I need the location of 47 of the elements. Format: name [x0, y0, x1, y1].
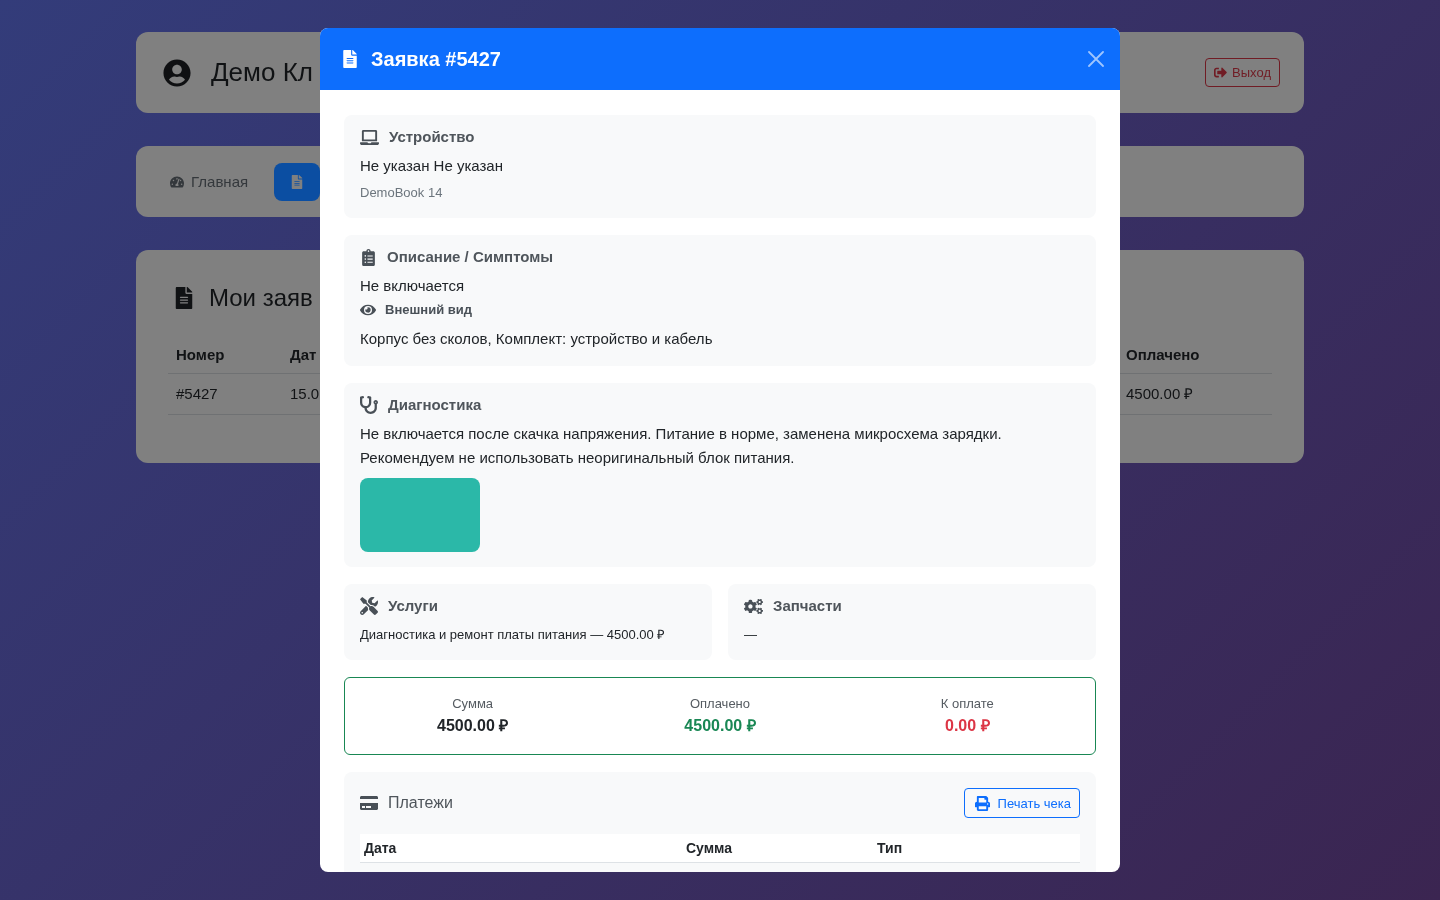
total-value: 4500.00 ₽	[436, 716, 510, 736]
appearance-text: Корпус без сколов, Комплект: устройство и кабель	[360, 329, 714, 349]
section-title: Диагностика	[388, 395, 482, 415]
stethoscope-icon	[360, 396, 378, 414]
total-label: Сумма	[451, 695, 495, 713]
card-title: Мои заяв	[209, 284, 313, 312]
document-icon	[173, 287, 195, 309]
clipboard-icon	[360, 248, 377, 266]
section-title: Описание / Симптомы	[387, 247, 554, 267]
device-model: DemoBook 14	[360, 184, 444, 202]
printer-icon	[974, 795, 990, 811]
exit-icon	[1214, 66, 1228, 79]
nav-link[interactable]: Главная	[154, 162, 265, 201]
header-title: Демо Кл	[211, 57, 313, 88]
user-icon	[163, 58, 191, 87]
nav-link[interactable]	[274, 162, 321, 201]
column-header: Сумма	[685, 839, 734, 858]
credit-card-icon	[360, 794, 378, 812]
section-title: Устройство	[389, 127, 475, 147]
document-icon	[341, 50, 359, 68]
subheading: Внешний вид	[385, 301, 472, 319]
diagnosis-text: Не включается после скачка напряжения. Питание в норме, заменена микросхема зарядки. Рекомендуем не использовать неоригинальный блок питания.	[360, 424, 1003, 468]
eye-icon	[360, 302, 376, 318]
logout-button[interactable]: Выход	[1205, 58, 1280, 87]
device-name: Не указан Не указан	[360, 156, 504, 176]
gears-icon	[744, 596, 763, 616]
modal-title: Заявка #5427	[371, 47, 501, 71]
total-value: 4500.00 ₽	[683, 716, 757, 736]
part-item: —	[744, 626, 758, 644]
gauge-icon	[170, 174, 184, 189]
section-title: Платежи	[388, 793, 453, 813]
close-icon	[1088, 51, 1104, 67]
total-label: Оплачено	[688, 695, 752, 713]
column-header: Дата	[363, 839, 398, 858]
section-title: Услуги	[388, 596, 438, 616]
table-cell: #5427	[168, 374, 282, 415]
tools-icon	[360, 597, 378, 615]
total-label: К оплате	[939, 695, 995, 713]
section-title: Запчасти	[773, 596, 842, 616]
column-header: Номер	[168, 338, 282, 374]
column-header: Тип	[876, 839, 904, 858]
laptop-icon	[360, 127, 379, 147]
symptoms-text: Не включается	[360, 276, 466, 296]
service-item: Диагностика и ремонт платы питания — 4500.00 ₽	[360, 626, 667, 644]
print-button[interactable]: Печать чека	[963, 788, 1080, 818]
total-value: 0.00 ₽	[944, 716, 991, 736]
document-icon	[290, 174, 305, 189]
